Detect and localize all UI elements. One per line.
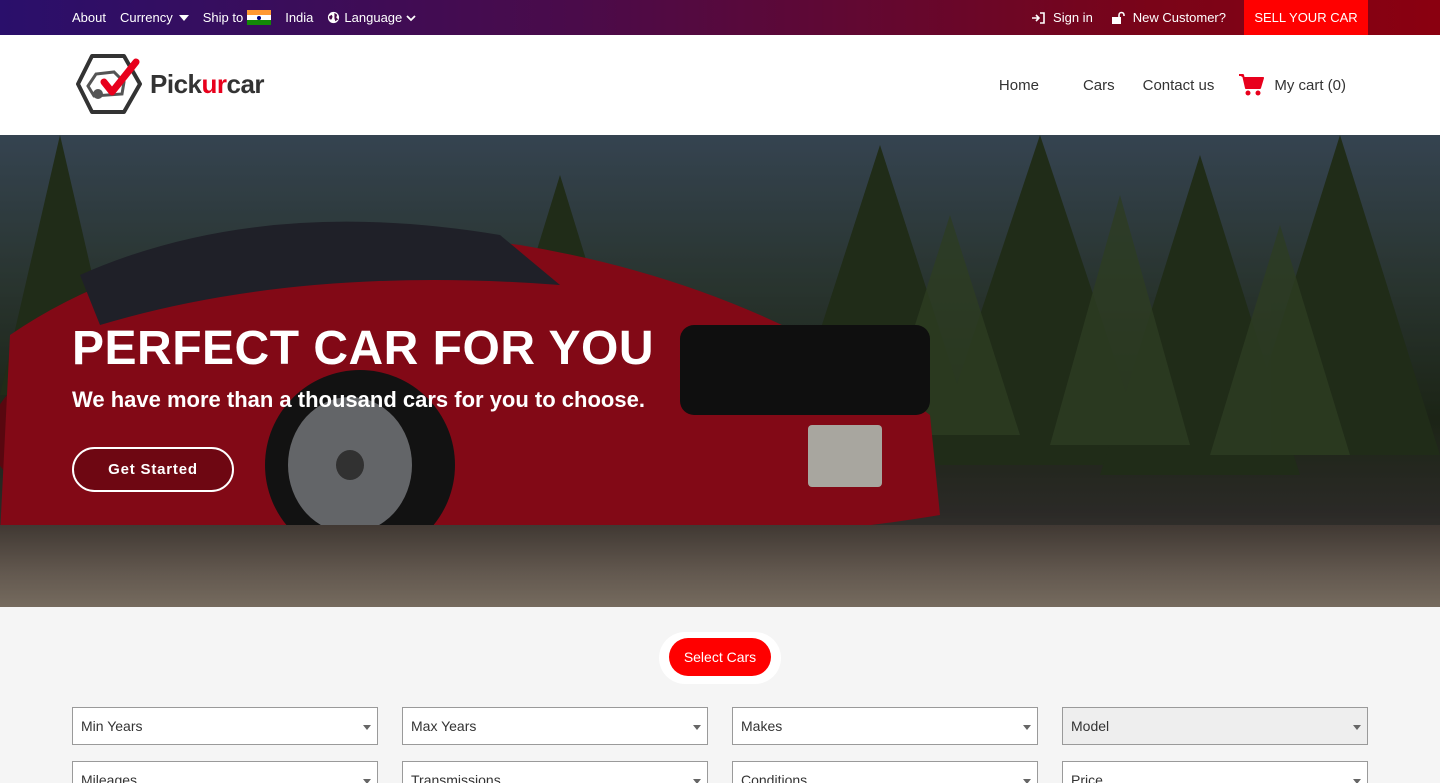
transmissions-label: Transmissions <box>411 772 501 783</box>
site-logo[interactable]: Pickurcar <box>74 52 265 116</box>
dropdown-arrow-icon <box>693 779 701 783</box>
mileages-select[interactable]: Mileages <box>72 761 378 783</box>
ship-to-selector[interactable]: Ship to India <box>202 9 314 26</box>
makes-select[interactable]: Makes <box>732 707 1038 745</box>
conditions-label: Conditions <box>741 772 808 783</box>
sell-your-car-button[interactable]: SELL YOUR CAR <box>1244 0 1368 35</box>
shopping-cart-icon <box>1239 74 1265 96</box>
site-header: Pickurcar Home Cars Contact us My cart (… <box>0 35 1440 135</box>
chevron-down-icon <box>406 14 416 21</box>
price-select[interactable]: Price <box>1062 761 1368 783</box>
currency-label: Currency <box>119 10 173 25</box>
min-years-label: Min Years <box>81 718 143 734</box>
top-bar-left: About Currency Ship to India Language <box>72 0 416 35</box>
top-bar: About Currency Ship to India Language Si… <box>0 0 1440 35</box>
about-link[interactable]: About <box>72 10 106 25</box>
model-label: Model <box>1071 718 1110 734</box>
language-label: Language <box>344 10 403 25</box>
price-label: Price <box>1071 772 1103 783</box>
globe-icon <box>328 11 340 24</box>
dropdown-arrow-icon <box>1353 725 1361 730</box>
nav-cars[interactable]: Cars <box>1083 77 1115 94</box>
sign-in-label: Sign in <box>1053 10 1093 25</box>
max-years-label: Max Years <box>411 718 477 734</box>
sign-in-icon <box>1032 11 1045 24</box>
makes-label: Makes <box>741 718 783 734</box>
new-customer-link[interactable]: New Customer? <box>1111 10 1226 25</box>
hero-subtitle: We have more than a thousand cars for yo… <box>72 387 645 412</box>
country-label: India <box>285 10 314 25</box>
min-years-select[interactable]: Min Years <box>72 707 378 745</box>
main-nav: Home Cars Contact us My cart (0) <box>999 35 1346 135</box>
get-started-button[interactable]: Get Started <box>72 447 234 492</box>
select-cars-button[interactable]: Select Cars <box>669 638 771 676</box>
language-dropdown[interactable]: Language <box>327 10 416 25</box>
new-customer-label: New Customer? <box>1132 10 1226 25</box>
cart-label: My cart (0) <box>1274 76 1346 94</box>
dropdown-arrow-icon <box>1353 779 1361 783</box>
logo-text: Pickurcar <box>150 68 265 99</box>
caret-down-icon <box>178 14 189 21</box>
logo-icon <box>76 54 142 114</box>
top-bar-right: Sign in New Customer? SELL YOUR CAR <box>1031 0 1368 35</box>
max-years-select[interactable]: Max Years <box>402 707 708 745</box>
about-label: About <box>72 10 106 25</box>
dropdown-arrow-icon <box>363 779 371 783</box>
currency-dropdown[interactable]: Currency <box>120 10 189 25</box>
india-flag-icon <box>247 9 272 26</box>
mileages-label: Mileages <box>81 772 138 783</box>
conditions-select[interactable]: Conditions <box>732 761 1038 783</box>
ship-to-label: Ship to <box>202 10 244 25</box>
hero-banner: PERFECT CAR FOR YOU We have more than a … <box>0 135 1440 607</box>
dropdown-arrow-icon <box>1023 779 1031 783</box>
hero-title: PERFECT CAR FOR YOU <box>72 322 654 375</box>
my-cart-link[interactable]: My cart (0) <box>1238 73 1346 97</box>
unlock-icon <box>1111 11 1125 24</box>
dropdown-arrow-icon <box>693 725 701 730</box>
dropdown-arrow-icon <box>1023 725 1031 730</box>
dropdown-arrow-icon <box>363 725 371 730</box>
nav-contact[interactable]: Contact us <box>1143 77 1215 94</box>
sign-in-link[interactable]: Sign in <box>1031 10 1093 25</box>
nav-home[interactable]: Home <box>999 77 1039 94</box>
model-select[interactable]: Model <box>1062 707 1368 745</box>
transmissions-select[interactable]: Transmissions <box>402 761 708 783</box>
